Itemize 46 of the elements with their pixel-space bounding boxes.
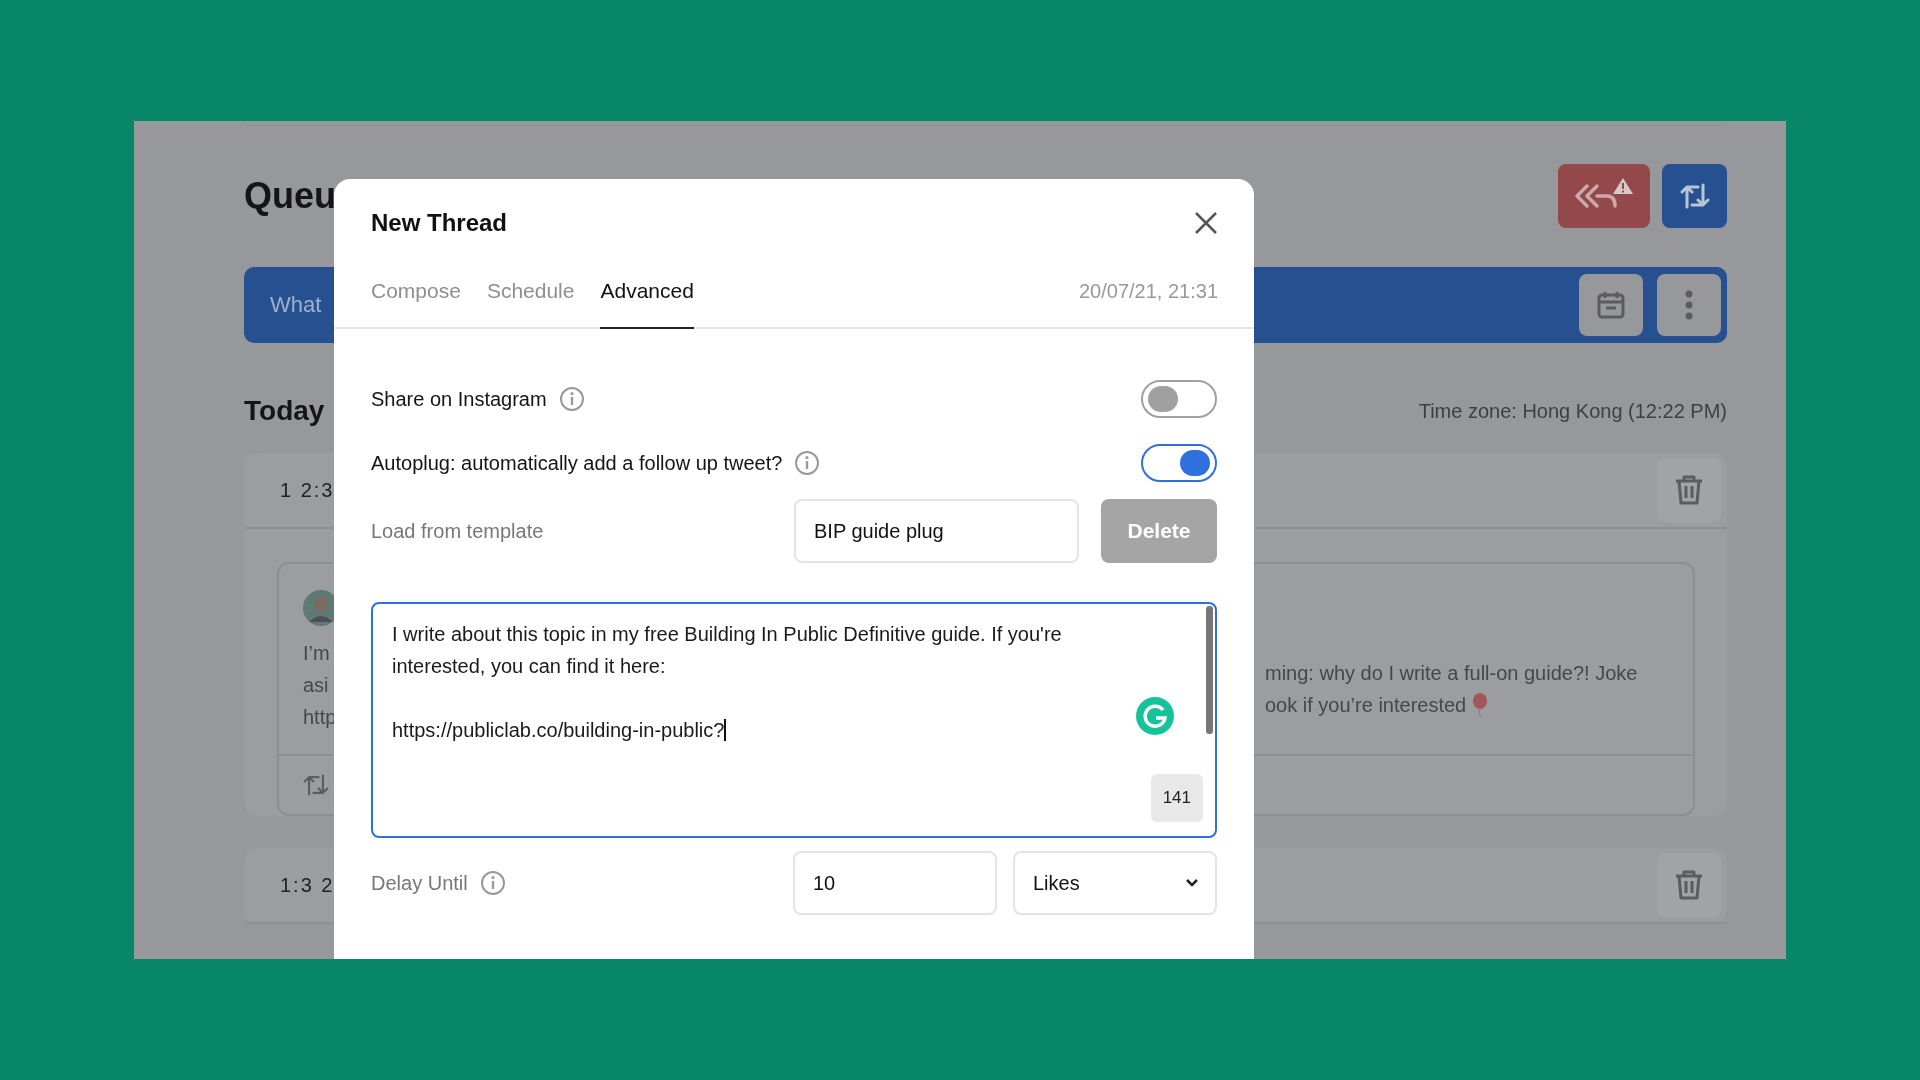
trash-icon <box>1674 869 1704 901</box>
more-button[interactable] <box>1657 274 1721 336</box>
tweet-text: ming: why do I write a full-on guide?! Joke <box>1265 661 1639 686</box>
section-heading: Today <box>244 395 325 427</box>
setting-label: Share on Instagram <box>371 387 547 411</box>
close-icon <box>1194 211 1218 235</box>
retweet-icon[interactable] <box>303 772 329 798</box>
retweet-icon <box>1679 181 1710 211</box>
info-icon[interactable] <box>479 870 506 896</box>
close-button[interactable] <box>1194 211 1218 235</box>
toggle-switch[interactable] <box>1141 444 1217 482</box>
tab[interactable]: Advanced <box>600 271 694 329</box>
page-title: Queu <box>244 175 336 217</box>
calendar-button[interactable] <box>1579 274 1643 336</box>
character-count: 141 <box>1150 774 1203 822</box>
calendar-icon <box>1596 290 1626 320</box>
delete-button[interactable] <box>1657 853 1721 917</box>
grammar-icon[interactable] <box>1135 696 1175 736</box>
toggle-switch[interactable] <box>1141 380 1217 418</box>
template-field[interactable]: BIP guide plug <box>794 499 1079 563</box>
template-label: Load from template <box>371 519 544 543</box>
reply-warning-button[interactable] <box>1558 164 1650 228</box>
timezone-label: Time zone: Hong Kong (12:22 PM) <box>1418 399 1727 423</box>
dialog-title: New Thread <box>371 209 508 237</box>
info-icon[interactable] <box>558 386 585 412</box>
queue-time: 1 2:3 <box>280 478 335 502</box>
setting-label: Autoplug: automatically add a follow up tweet? <box>371 451 783 475</box>
delay-label: Delay Until <box>371 871 468 895</box>
balloon-icon <box>1472 693 1489 717</box>
scrollbar[interactable] <box>1206 606 1213 734</box>
more-icon <box>1685 290 1693 320</box>
retweet-button[interactable] <box>1662 164 1727 228</box>
tweet-text: I write about this topic in my free Building In Public Definitive guide. If you're interested, you can find it here: https://publiclab.co/building-in-public? <box>391 622 1063 743</box>
compose-prompt: What <box>270 292 322 318</box>
queue-time: 1:3 2 <box>280 873 335 897</box>
tweet-text: ook if you’re interested <box>1265 693 1467 718</box>
unit-dropdown[interactable]: Likes <box>1013 851 1217 915</box>
delete-button[interactable] <box>1657 458 1721 522</box>
tweet-text: I’m <box>303 641 331 666</box>
trash-icon <box>1674 474 1704 506</box>
delay-field[interactable]: 10 <box>793 851 997 915</box>
tweet-text: asi <box>303 673 330 698</box>
timestamp: 20/07/21, 21:31 <box>1079 279 1218 304</box>
tweet-editor[interactable]: I write about this topic in my free Building In Public Definitive guide. If you're interested, you can find it here: https://publiclab.co/building-in-public? 141 <box>371 602 1217 838</box>
chevron-down-icon <box>1185 878 1199 888</box>
info-icon[interactable] <box>794 450 821 476</box>
